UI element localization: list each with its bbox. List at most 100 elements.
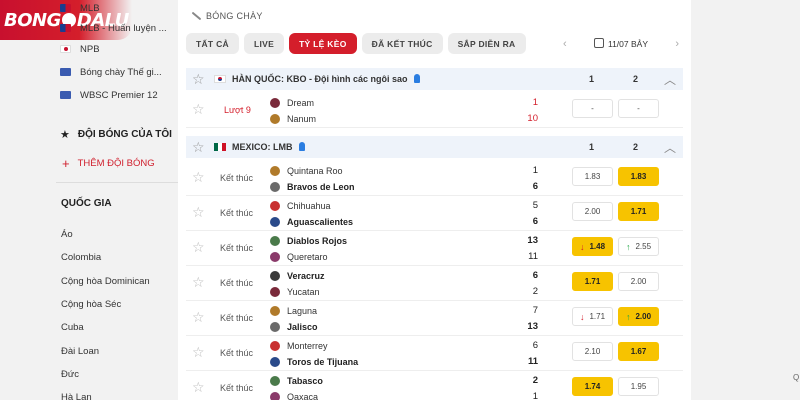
match-row[interactable]: ☆ Kết thúc Veracruz 6 Yucatan 2 1.71 2.00 <box>186 266 683 301</box>
match-row[interactable]: ☆ Kết thúc Tabasco 2 Oaxaca 1 1.74 1.95 <box>186 371 683 400</box>
star-outline-icon[interactable]: ☆ <box>192 139 205 156</box>
away-team-name: Queretaro <box>287 252 328 262</box>
add-team-button[interactable]: + THÊM ĐỘI BÓNG <box>62 157 155 170</box>
sidebar-league-item[interactable]: MLB - Huấn luyện ... <box>60 20 167 36</box>
odds-cell-1[interactable]: ↓ 1.48 <box>572 237 613 256</box>
league-name-text: MEXICO: LMB <box>232 142 293 152</box>
away-score: 11 <box>528 251 538 262</box>
home-team[interactable]: Monterrey <box>270 339 328 353</box>
home-team[interactable]: Chihuahua <box>270 199 331 213</box>
sidebar-league-item[interactable]: MLB <box>60 0 100 16</box>
country-heading: QUỐC GIA <box>61 198 112 209</box>
sidebar-league-label: MLB <box>80 2 100 14</box>
away-team[interactable]: Toros de Tijuana <box>270 355 358 369</box>
star-outline-icon[interactable]: ☆ <box>192 239 205 256</box>
away-team[interactable]: Queretaro <box>270 250 328 264</box>
odds-cell-2[interactable]: 1.71 <box>618 202 659 221</box>
main-panel: BÓNG CHÀY TẤT CẢ LIVE TỶ LỆ KÈO ĐÃ KẾT THÚC… <box>178 0 691 400</box>
home-team[interactable]: Quintana Roo <box>270 164 343 178</box>
home-team[interactable]: Diablos Rojos <box>270 234 347 248</box>
league-header[interactable]: ☆ HÀN QUỐC: KBO - Đội hình các ngôi sao 1 2… <box>186 68 683 90</box>
match-row[interactable]: ☆ Kết thúc Laguna 7 Jalisco 13 ↓ 1.71 ↑ 2.00 <box>186 301 683 336</box>
home-score: 6 <box>532 340 538 351</box>
filter-tab[interactable]: SẮP DIỄN RA <box>447 33 526 54</box>
odds-cell-2[interactable]: 1.67 <box>618 342 659 361</box>
home-team[interactable]: Tabasco <box>270 374 323 388</box>
sidebar-league-item[interactable]: NPB <box>60 41 100 57</box>
odds-cell-1[interactable]: 1.74 <box>572 377 613 396</box>
sidebar-league-item[interactable]: Bóng chày Thế gi... <box>60 64 162 80</box>
odds-cell-2[interactable]: ↑ 2.55 <box>618 237 659 256</box>
star-outline-icon[interactable]: ☆ <box>192 379 205 396</box>
odds-cell-1[interactable]: 2.10 <box>572 342 613 361</box>
odds-value: 1.71 <box>630 207 647 216</box>
star-outline-icon[interactable]: ☆ <box>192 309 205 326</box>
flag-icon <box>60 24 71 32</box>
star-outline-icon[interactable]: ☆ <box>192 204 205 221</box>
chevron-left-icon[interactable]: ‹ <box>559 38 571 50</box>
away-team[interactable]: Yucatan <box>270 285 320 299</box>
away-team[interactable]: Nanum <box>270 112 316 126</box>
sidebar-league-label: WBSC Premier 12 <box>80 89 158 101</box>
match-row[interactable]: ☆ Kết thúc Quintana Roo 1 Bravos de Leon 6 1.8… <box>186 161 683 196</box>
league-header[interactable]: ☆ MEXICO: LMB 1 2 ︿ <box>186 136 683 158</box>
pin-icon[interactable] <box>413 74 420 84</box>
away-team[interactable]: Oaxaca <box>270 390 318 400</box>
odds-cell-1[interactable]: 2.00 <box>572 202 613 221</box>
country-item[interactable]: Cộng hòa Dominican <box>61 276 150 287</box>
country-item[interactable]: Áo <box>61 229 73 240</box>
chevron-up-icon[interactable]: ︿ <box>664 139 676 156</box>
match-row[interactable]: ☆ Lượt 9 Dream 1 Nanum 10 - - <box>186 93 683 128</box>
country-item[interactable]: Cuba <box>61 322 84 333</box>
odds-cell-1[interactable]: 1.83 <box>572 167 613 186</box>
star-outline-icon[interactable]: ☆ <box>192 71 205 88</box>
home-team-name: Chihuahua <box>287 201 331 211</box>
filter-tab[interactable]: TẤT CẢ <box>186 33 239 54</box>
odds-cell-2[interactable]: ↑ 2.00 <box>618 307 659 326</box>
odds-cell-2[interactable]: 2.00 <box>618 272 659 291</box>
country-item[interactable]: Đài Loan <box>61 346 99 357</box>
chevron-right-icon[interactable]: › <box>671 38 683 50</box>
filter-tab[interactable]: ĐÃ KẾT THÚC <box>361 33 443 54</box>
match-row[interactable]: ☆ Kết thúc Chihuahua 5 Aguascalientes 6 2.00 1.… <box>186 196 683 231</box>
country-item[interactable]: Colombia <box>61 252 101 263</box>
away-team[interactable]: Bravos de Leon <box>270 180 355 194</box>
home-team[interactable]: Laguna <box>270 304 317 318</box>
away-team[interactable]: Jalisco <box>270 320 318 334</box>
plus-icon: + <box>62 156 70 171</box>
odds-cell-1[interactable]: 1.71 <box>572 272 613 291</box>
sidebar-league-item[interactable]: WBSC Premier 12 <box>60 87 158 103</box>
match-row[interactable]: ☆ Kết thúc Monterrey 6 Toros de Tijuana 11 2.1… <box>186 336 683 371</box>
odds-cell-2[interactable]: - <box>618 99 659 118</box>
country-item[interactable]: Đức <box>61 369 79 380</box>
star-outline-icon[interactable]: ☆ <box>192 274 205 291</box>
odds-cell-1[interactable]: - <box>572 99 613 118</box>
chevron-up-icon[interactable]: ︿ <box>664 71 676 88</box>
team-logo-icon <box>270 252 280 262</box>
pin-icon[interactable] <box>298 142 305 152</box>
filter-tab[interactable]: TỶ LỆ KÈO <box>289 33 357 54</box>
divider <box>56 182 178 183</box>
match-row[interactable]: ☆ Kết thúc Diablos Rojos 13 Queretaro 11 ↓ 1.48… <box>186 231 683 266</box>
date-picker[interactable]: ‹ 11/07 BẢY › <box>559 33 683 54</box>
away-team[interactable]: Aguascalientes <box>270 215 353 229</box>
match-status: Lượt 9 <box>224 105 251 115</box>
star-outline-icon[interactable]: ☆ <box>192 344 205 361</box>
star-outline-icon[interactable]: ☆ <box>192 169 205 186</box>
home-team[interactable]: Dream <box>270 96 314 110</box>
odds-cell-2[interactable]: 1.83 <box>618 167 659 186</box>
team-logo-icon <box>270 341 280 351</box>
odds-value: 2.55 <box>635 242 652 251</box>
home-team[interactable]: Veracruz <box>270 269 325 283</box>
team-logo-icon <box>270 201 280 211</box>
odds-value: 1.71 <box>584 277 601 286</box>
add-team-label: THÊM ĐỘI BÓNG <box>77 158 155 169</box>
odds-col-2-header: 2 <box>633 74 639 84</box>
country-item[interactable]: Cộng hòa Séc <box>61 299 121 310</box>
country-item[interactable]: Hà Lan <box>61 392 92 400</box>
odds-col-1-header: 1 <box>589 142 595 152</box>
filter-tab[interactable]: LIVE <box>243 33 285 54</box>
odds-cell-1[interactable]: ↓ 1.71 <box>572 307 613 326</box>
odds-cell-2[interactable]: 1.95 <box>618 377 659 396</box>
star-outline-icon[interactable]: ☆ <box>192 101 205 118</box>
